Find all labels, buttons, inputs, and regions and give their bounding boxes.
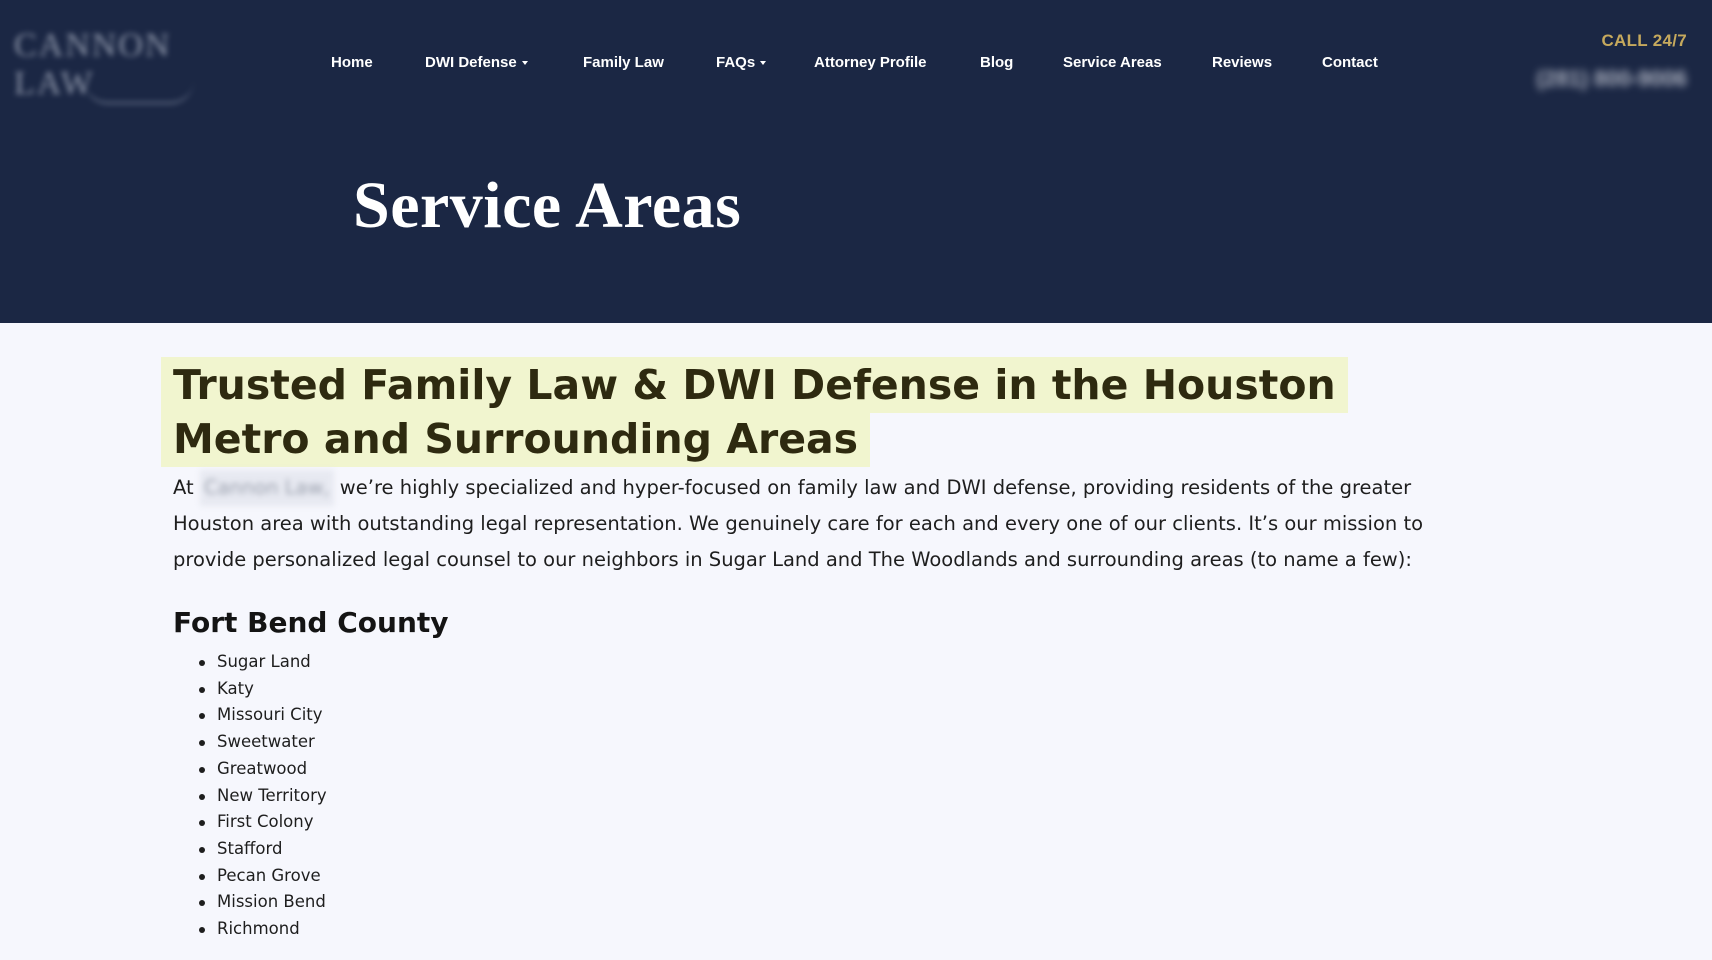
list-item: Sugar Land bbox=[199, 649, 1433, 676]
nav-dwi-defense[interactable]: DWI Defense bbox=[425, 54, 528, 71]
nav-label: Service Areas bbox=[1063, 54, 1162, 71]
nav-service-areas[interactable]: Service Areas bbox=[1063, 54, 1162, 71]
intro-prefix: At bbox=[173, 476, 194, 499]
logo[interactable]: CANNON LAW bbox=[14, 22, 246, 108]
nav-label: Blog bbox=[980, 54, 1014, 71]
nav-faqs[interactable]: FAQs bbox=[716, 54, 767, 71]
nav-label: Attorney Profile bbox=[814, 54, 927, 71]
nav-label: FAQs bbox=[716, 54, 756, 71]
city-list: Sugar Land Katy Missouri City Sweetwater… bbox=[173, 649, 1433, 943]
nav-attorney-profile[interactable]: Attorney Profile bbox=[814, 54, 927, 71]
list-item: Richmond bbox=[199, 916, 1433, 943]
nav-contact[interactable]: Contact bbox=[1322, 54, 1378, 71]
main-content: Trusted Family Law & DWI Defense in the … bbox=[161, 357, 1433, 943]
list-item: Pecan Grove bbox=[199, 863, 1433, 890]
list-item: First Colony bbox=[199, 809, 1433, 836]
nav-label: DWI Defense bbox=[425, 54, 517, 71]
site-header: CANNON LAW Home DWI Defense Family Law F… bbox=[0, 0, 1712, 323]
phone-link[interactable]: (281) 800-9006 bbox=[1537, 66, 1687, 92]
county-heading: Fort Bend County bbox=[173, 606, 449, 639]
nav-home[interactable]: Home bbox=[331, 54, 373, 71]
list-item: Katy bbox=[199, 676, 1433, 703]
nav-label: Reviews bbox=[1212, 54, 1273, 71]
call-label: CALL 24/7 bbox=[1601, 31, 1687, 50]
headline: Trusted Family Law & DWI Defense in the … bbox=[161, 357, 1433, 467]
headline-text: Trusted Family Law & DWI Defense in the … bbox=[161, 357, 1348, 467]
nav-blog[interactable]: Blog bbox=[980, 54, 1013, 71]
intro-text: we’re highly specialized and hyper-focus… bbox=[173, 476, 1424, 571]
caret-down-icon bbox=[760, 60, 767, 65]
nav-label: Home bbox=[331, 54, 373, 71]
firm-name: Cannon Law, bbox=[199, 470, 334, 506]
caret-down-icon bbox=[521, 60, 528, 65]
page-title: Service Areas bbox=[353, 169, 742, 242]
nav-label: Contact bbox=[1322, 54, 1378, 71]
list-item: Sweetwater bbox=[199, 729, 1433, 756]
list-item: New Territory bbox=[199, 783, 1433, 810]
list-item: Mission Bend bbox=[199, 889, 1433, 916]
nav-label: Family Law bbox=[583, 54, 664, 71]
list-item: Greatwood bbox=[199, 756, 1433, 783]
intro-paragraph: At Cannon Law, we’re highly specialized … bbox=[173, 470, 1433, 578]
list-item: Missouri City bbox=[199, 702, 1433, 729]
nav-reviews[interactable]: Reviews bbox=[1212, 54, 1272, 71]
nav-family-law[interactable]: Family Law bbox=[583, 54, 664, 71]
logo-swoosh-icon bbox=[84, 80, 194, 104]
list-item: Stafford bbox=[199, 836, 1433, 863]
